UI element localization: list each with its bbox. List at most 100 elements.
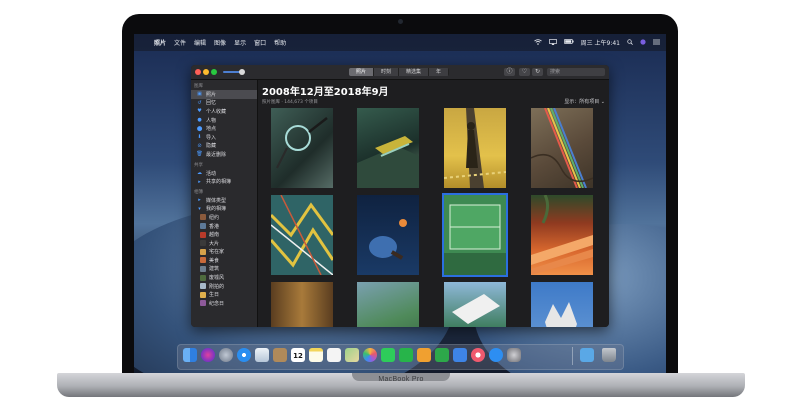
sidebar-section-library: 图库 <box>194 84 203 89</box>
tab-collections[interactable]: 精选集 <box>399 68 430 76</box>
menu-file[interactable]: 文件 <box>174 38 186 47</box>
tab-photos[interactable]: 照片 <box>349 68 375 76</box>
sidebar-item-album[interactable]: 纽约 <box>191 213 257 222</box>
spotlight-icon[interactable] <box>627 38 633 47</box>
keynote-icon[interactable] <box>453 348 467 362</box>
photo-green-court[interactable] <box>357 282 419 327</box>
album-thumbnail <box>200 231 206 238</box>
sidebar-item-photos[interactable]: ▣ 照片 <box>191 90 257 99</box>
mail-icon[interactable] <box>255 348 269 362</box>
sidebar-item-label: 隐藏 <box>206 143 217 150</box>
pin-icon: ⬤ <box>196 125 203 132</box>
finder-icon[interactable] <box>183 348 197 362</box>
sidebar-item-label: 地点 <box>206 126 217 133</box>
photo-glasses[interactable] <box>271 108 333 188</box>
zoom-slider-knob[interactable] <box>239 69 245 75</box>
sidebar-item-album[interactable]: 宅在家 <box>191 248 257 257</box>
sidebar-item-people[interactable]: ● 人物 <box>191 116 257 125</box>
sidebar-item-album[interactable]: 大片 <box>191 239 257 248</box>
brand-label: MacBook Pro <box>378 376 424 383</box>
siri-icon[interactable] <box>640 38 646 47</box>
album-thumbnail <box>200 223 206 230</box>
sidebar-item-shared-albums[interactable]: ▸ 共享的相簿 <box>191 177 257 186</box>
sidebar-item-places[interactable]: ⬤ 地点 <box>191 124 257 133</box>
photo-rainbow-wall[interactable] <box>530 107 594 189</box>
sidebar-item-memories[interactable]: ↺ 回忆 <box>191 99 257 108</box>
messages-icon[interactable] <box>381 348 395 362</box>
photo-zigzag-lines[interactable] <box>269 194 335 276</box>
photo-tennis-court[interactable] <box>442 193 508 277</box>
siri-icon[interactable] <box>201 348 215 362</box>
photo-shadow-road[interactable] <box>443 108 507 188</box>
sidebar-item-album[interactable]: 香港 <box>191 222 257 231</box>
photo-building[interactable] <box>444 282 506 327</box>
close-button[interactable] <box>195 69 201 75</box>
view-segmented-control: 照片 时刻 精选集 年 <box>349 68 450 76</box>
sidebar-item-recently-deleted[interactable]: 🗑 最近删除 <box>191 150 257 159</box>
fullscreen-button[interactable] <box>211 69 217 75</box>
photo-brown-texture[interactable] <box>271 282 333 327</box>
menu-view[interactable]: 显示 <box>234 38 246 47</box>
sidebar-item-album[interactable]: 建筑 <box>191 265 257 274</box>
tab-moments[interactable]: 时刻 <box>374 68 400 76</box>
sidebar-item-album[interactable]: 生日 <box>191 290 257 299</box>
battery-icon[interactable] <box>563 39 574 46</box>
window-titlebar: 照片 时刻 精选集 年 ⓘ ♡ ↻ 搜索 <box>191 65 609 80</box>
maps-icon[interactable] <box>345 348 359 362</box>
sidebar-item-album[interactable]: 废墟风 <box>191 273 257 282</box>
launchpad-icon[interactable] <box>219 348 233 362</box>
sidebar-item-my-albums[interactable]: ▾ 我的相簿 <box>191 205 257 214</box>
system-preferences-icon[interactable] <box>507 348 521 362</box>
calendar-icon[interactable]: 12 <box>291 348 305 362</box>
notes-icon[interactable] <box>309 348 323 362</box>
favorite-button[interactable]: ♡ <box>519 68 530 76</box>
menu-window[interactable]: 窗口 <box>254 38 266 47</box>
minimize-button[interactable] <box>203 69 209 75</box>
sidebar-item-album[interactable]: 美食 <box>191 256 257 265</box>
sidebar-item-media-types[interactable]: ▸ 媒体类型 <box>191 196 257 205</box>
show-filter-dropdown[interactable]: 显示：所有项目 ⌄ <box>564 98 605 105</box>
info-button[interactable]: ⓘ <box>504 68 515 76</box>
sidebar-item-album[interactable]: 刚拍的 <box>191 282 257 291</box>
photo-green-stairs[interactable] <box>357 108 419 188</box>
contacts-icon[interactable] <box>273 348 287 362</box>
trash-icon[interactable] <box>602 348 616 362</box>
tab-years[interactable]: 年 <box>429 68 450 76</box>
sidebar-item-hidden[interactable]: ⊘ 隐藏 <box>191 142 257 151</box>
sidebar-item-favorites[interactable]: ♥ 个人收藏 <box>191 107 257 116</box>
wifi-icon[interactable] <box>533 38 542 47</box>
heart-icon: ♥ <box>197 108 202 115</box>
sidebar-item-album[interactable]: 越南 <box>191 230 257 239</box>
sidebar-item-album[interactable]: 纪念日 <box>191 299 257 308</box>
photo-orange-steps[interactable] <box>531 194 593 275</box>
notification-center-icon[interactable] <box>653 39 660 47</box>
album-thumbnail <box>200 265 206 272</box>
downloads-folder-icon[interactable] <box>580 348 594 362</box>
pages-icon[interactable] <box>417 348 431 362</box>
menu-help[interactable]: 帮助 <box>274 38 286 47</box>
photo-statue[interactable] <box>531 282 593 327</box>
safari-icon[interactable] <box>237 348 251 362</box>
sidebar-item-label: 生日 <box>209 292 220 299</box>
sidebar-item-imports[interactable]: ⬇ 导入 <box>191 133 257 142</box>
sidebar-item-label: 越南 <box>209 232 220 239</box>
menubar-clock[interactable]: 周三 上午9:41 <box>581 38 620 47</box>
menu-image[interactable]: 图像 <box>214 38 226 47</box>
menu-edit[interactable]: 编辑 <box>194 38 206 47</box>
chevron-down-icon: ⌄ <box>599 99 605 105</box>
reminders-icon[interactable] <box>327 348 341 362</box>
music-icon[interactable] <box>471 348 485 362</box>
photo-ping-pong[interactable] <box>357 195 419 275</box>
airplay-icon[interactable] <box>548 38 557 47</box>
app-store-icon[interactable] <box>489 348 503 362</box>
menu-photos[interactable]: 照片 <box>154 38 166 47</box>
filter-label: 显示：所有项目 <box>564 99 600 105</box>
search-input[interactable]: 搜索 <box>547 68 605 76</box>
numbers-icon[interactable] <box>435 348 449 362</box>
sidebar-item-activity[interactable]: ☁ 活动 <box>191 169 257 178</box>
facetime-icon[interactable] <box>399 348 413 362</box>
photos-app-icon[interactable] <box>363 348 377 362</box>
rotate-button[interactable]: ↻ <box>532 68 543 76</box>
dock-divider <box>572 347 573 365</box>
folder-icon: ▸ <box>198 197 201 204</box>
